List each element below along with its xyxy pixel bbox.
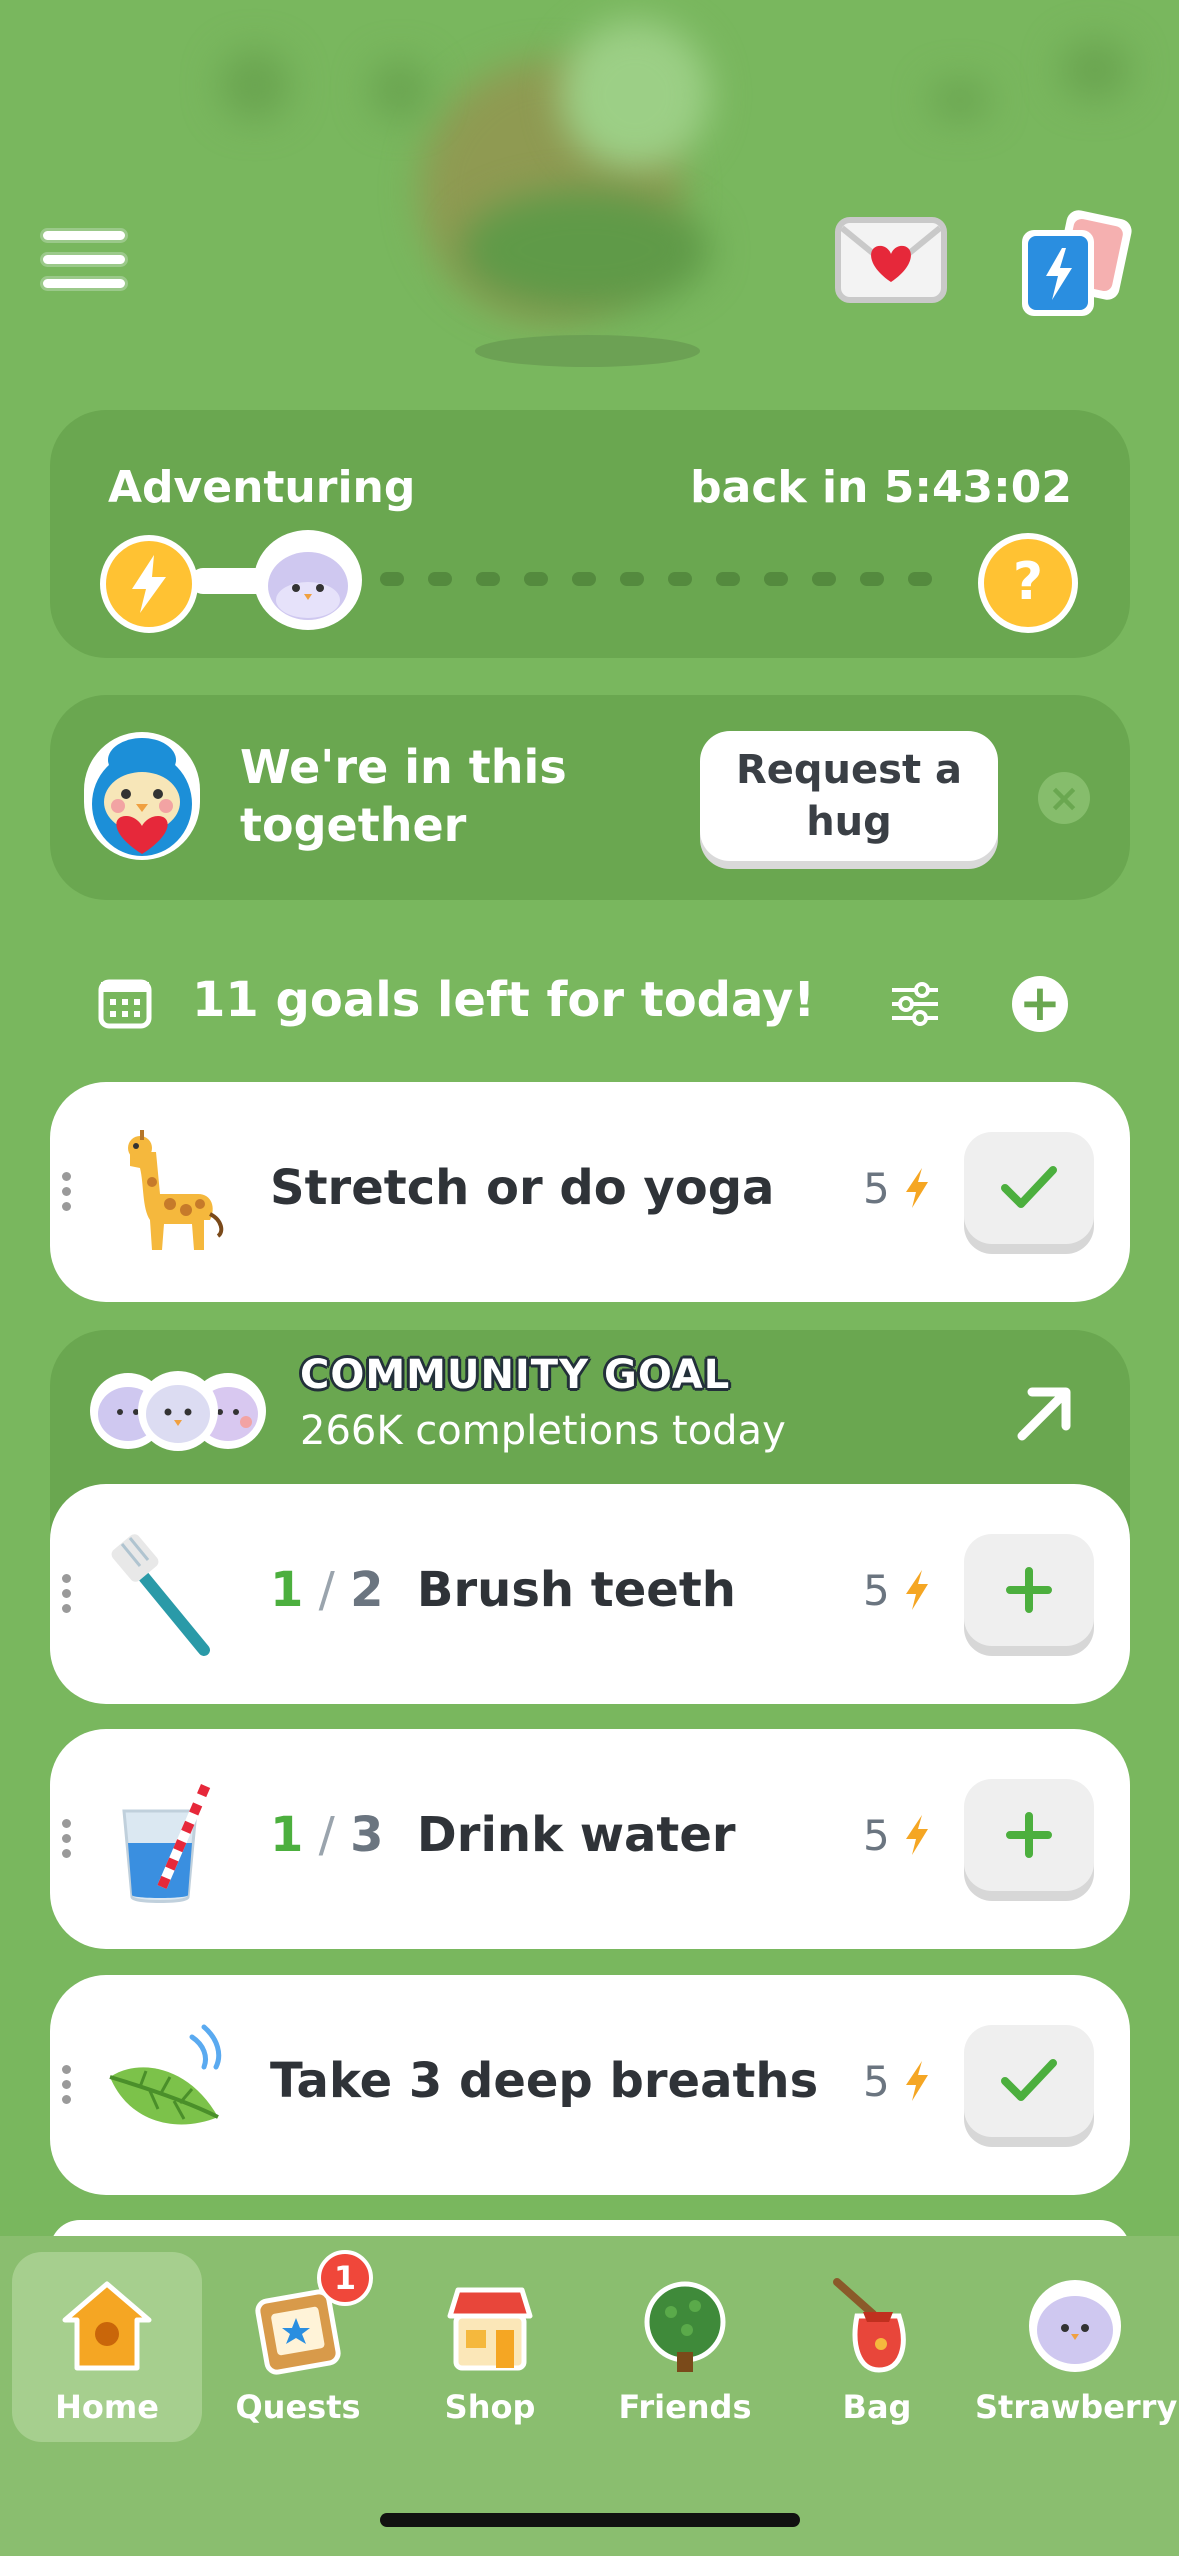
goal-name: 1 / 3 Drink water [270,1807,736,1863]
hug-card: We're in this together Request a hug × [50,695,1130,900]
goal-name: Stretch or do yoga [270,1160,775,1216]
increment-button[interactable] [964,1534,1094,1646]
drag-handle-icon[interactable] [62,1172,72,1212]
adventure-timer: back in 5:43:02 [690,462,1072,513]
mystery-reward-icon: ? [978,533,1078,633]
filter-icon[interactable] [890,982,940,1026]
hug-message: We're in this together [240,740,567,852]
bolt-icon [906,1815,928,1855]
water-glass-icon [100,1771,230,1907]
community-goal-title: COMMUNITY GOAL [300,1352,731,1398]
goal-points: 5 [863,1811,890,1860]
goals-header: 11 goals left for today! [192,972,816,1028]
request-hug-button[interactable]: Request a hug [700,731,998,861]
giraffe-icon [100,1124,230,1260]
nav-bag[interactable]: Bag [782,2252,972,2442]
pet-avatar-icon [254,530,362,630]
close-icon[interactable]: × [1038,772,1090,824]
bolt-icon [906,1168,928,1208]
plus-icon [1006,1812,1052,1858]
pet-shadow [475,335,700,367]
drag-handle-icon[interactable] [62,1574,72,1614]
pet-avatar-icon [1029,2280,1121,2372]
community-goal-subtitle: 266K completions today [300,1408,786,1454]
bolt-icon [906,2061,928,2101]
pet-scene-background [0,0,1179,380]
calendar-icon[interactable] [98,979,152,1029]
add-goal-button[interactable]: + [1012,976,1068,1032]
complete-check-button[interactable] [964,1132,1094,1244]
home-indicator[interactable] [380,2513,800,2527]
nav-home[interactable]: Home [12,2252,202,2442]
drag-handle-icon[interactable] [62,1819,72,1859]
adventure-card[interactable]: Adventuring back in 5:43:02 ? [50,410,1130,658]
goal-card[interactable]: 1 / 3 Drink water 5 [50,1729,1130,1949]
goal-points: 5 [863,2057,890,2106]
energy-bolt-icon [100,535,198,633]
arrow-up-right-icon[interactable] [1010,1378,1080,1448]
bolt-icon [906,1570,928,1610]
increment-button[interactable] [964,1779,1094,1891]
goal-points: 5 [863,1566,890,1615]
goal-card[interactable]: Take 3 deep breaths 5 [50,1975,1130,2195]
toothbrush-icon [100,1526,230,1662]
menu-icon[interactable] [40,228,130,294]
mail-heart-icon[interactable] [834,216,948,304]
quests-badge: 1 [317,2250,373,2306]
goal-name: Take 3 deep breaths [270,2053,819,2109]
goal-card[interactable]: Stretch or do yoga 5 [50,1082,1130,1302]
leaf-icon [100,2017,230,2153]
bottom-nav: Home Quests Shop Friends Bag Strawberry [0,2236,1179,2556]
goal-name: 1 / 2 Brush teeth [270,1562,736,1618]
birdhouse-icon [62,2281,152,2371]
adventure-status: Adventuring [108,462,416,513]
nav-strawberry[interactable]: Strawberry [975,2252,1177,2442]
bag-icon [833,2278,906,2373]
check-icon [1001,1166,1057,1208]
plus-icon [1006,1567,1052,1613]
nav-friends[interactable]: Friends [590,2252,780,2442]
energy-cards-icon[interactable] [1018,208,1133,318]
goal-card[interactable]: 1 / 2 Brush teeth 5 [50,1484,1130,1704]
community-avatars-icon [88,1366,268,1456]
check-icon [1001,2059,1057,2101]
nav-shop[interactable]: Shop [395,2252,585,2442]
shop-icon [447,2287,533,2371]
tree-icon [644,2281,726,2372]
complete-check-button[interactable] [964,2025,1094,2137]
bird-heart-icon [82,730,202,862]
drag-handle-icon[interactable] [62,2065,72,2105]
goal-points: 5 [863,1164,890,1213]
